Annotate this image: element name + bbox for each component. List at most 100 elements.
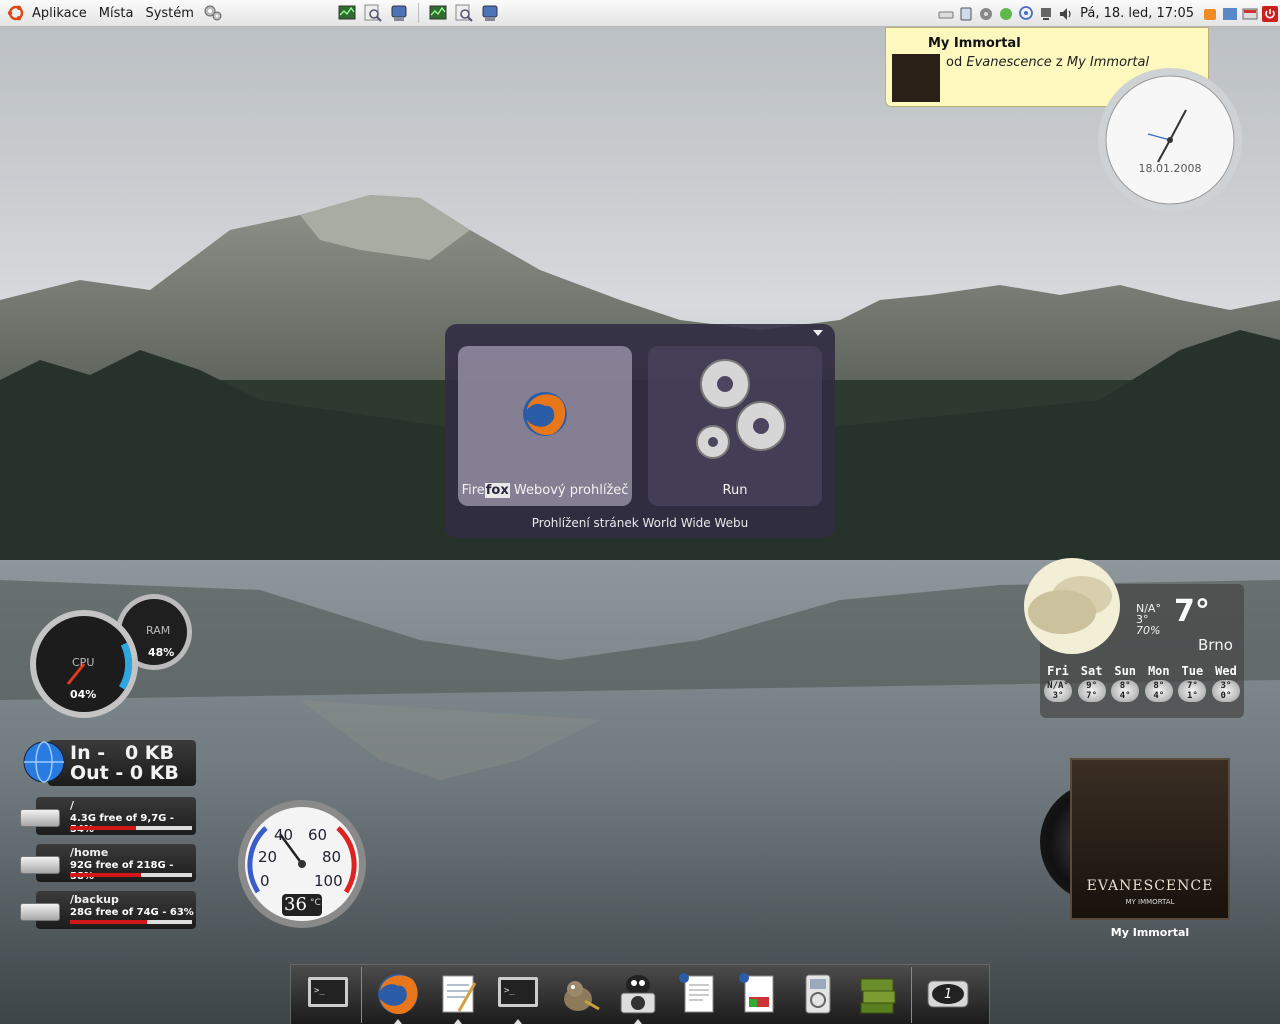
forecast-cloud-icon: N/A° 3°	[1044, 680, 1072, 702]
forecast-day-name: Sun	[1114, 664, 1137, 678]
notification-icon[interactable]	[1202, 6, 1218, 22]
forecast-high: 7°	[1186, 681, 1198, 691]
chevron-down-icon[interactable]	[813, 330, 823, 336]
running-indicator	[394, 1019, 402, 1024]
forecast-low: 4°	[1119, 691, 1131, 701]
search-icon[interactable]	[363, 3, 383, 23]
run-label: Run	[722, 483, 748, 498]
update-icon[interactable]	[998, 6, 1014, 22]
switch-user-icon[interactable]	[1222, 6, 1238, 22]
current-temperature: 7°	[1174, 594, 1210, 629]
cloudy-moon-icon	[1024, 558, 1120, 654]
network-icon[interactable]	[389, 3, 409, 23]
gears-run-icon	[696, 359, 786, 459]
menu-system[interactable]: Systém	[139, 0, 199, 27]
running-indicator	[634, 1019, 642, 1024]
ram-value: 48%	[148, 646, 175, 659]
screenshot-camera-icon[interactable]	[615, 971, 661, 1017]
gauge-tick-0: 0	[260, 872, 270, 890]
forecast-low: 4°	[1153, 691, 1165, 701]
network-out: Out - 0 KB	[70, 762, 179, 784]
notification-by: od	[946, 55, 963, 70]
audio-player-icon[interactable]	[795, 971, 841, 1017]
forecast-cloud-icon: 8° 4°	[1144, 680, 1173, 702]
disk-backup[interactable]: /backup 28G free of 74G - 63%	[20, 891, 196, 931]
system-monitor-icon[interactable]	[337, 3, 357, 23]
disk-info: 92G free of 218G - 58%	[70, 860, 174, 882]
gears-icon[interactable]	[203, 3, 223, 23]
system-tray: Pá, 18. led, 17:05	[936, 0, 1280, 27]
forecast-day-name: Fri	[1047, 664, 1069, 678]
launcher-result-run[interactable]: Run	[648, 346, 822, 506]
document-icon[interactable]	[675, 971, 721, 1017]
dock: >_ >_ 1	[290, 964, 990, 1024]
ubuntu-logo-icon[interactable]	[6, 3, 26, 23]
disk-usage-bar	[70, 873, 192, 877]
panel-clock[interactable]: Pá, 18. led, 17:05	[1080, 6, 1194, 21]
menu-places[interactable]: Místa	[93, 0, 140, 27]
launcher-result-firefox[interactable]: Firefox Webový prohlížeč	[458, 346, 632, 506]
cpu-label: CPU	[72, 656, 95, 669]
forecast-cloud-icon: 8° 4°	[1111, 680, 1140, 702]
temperature-value: 36	[284, 894, 307, 915]
presentation-icon[interactable]	[735, 971, 781, 1017]
cpu-value: 04%	[70, 688, 97, 701]
forecast-day: Wed 3° 0°	[1210, 664, 1242, 702]
notification-from: z	[1055, 55, 1063, 70]
disk-mount: /backup	[70, 893, 119, 906]
forecast-day: Tue 7° 1°	[1176, 664, 1208, 702]
gimp-icon[interactable]	[555, 971, 601, 1017]
forecast-low: 7°	[1086, 691, 1098, 701]
chat-icon[interactable]	[1018, 5, 1034, 22]
books-icon[interactable]	[855, 971, 901, 1017]
system-monitor-icon-2[interactable]	[428, 3, 448, 23]
weather-widget[interactable]: N/A° 7° 3° 70% Brno Fri N/A° 3° Sat 9° 7° Su…	[1020, 556, 1246, 720]
power-icon[interactable]	[1262, 5, 1278, 22]
forecast-day-name: Mon	[1147, 664, 1170, 678]
forecast-low: 3°	[1052, 691, 1064, 701]
forecast-cloud-icon: 9° 7°	[1077, 680, 1106, 702]
running-indicator	[514, 1019, 522, 1024]
search-icon-2[interactable]	[454, 3, 474, 23]
gauge-tick-80: 80	[322, 848, 342, 866]
disk-root[interactable]: / 4.3G free of 9,7G - 54%	[20, 797, 196, 837]
hard-drive-icon	[20, 809, 60, 827]
disk-usage-fill	[70, 873, 141, 877]
menu-applications[interactable]: Aplikace	[26, 0, 93, 27]
network-status-icon[interactable]	[1038, 6, 1054, 22]
disk-home[interactable]: /home 92G free of 218G - 58%	[20, 844, 196, 884]
temperature-gauge-widget[interactable]: 0 20 40 60 80 100 36 °C	[236, 798, 368, 930]
weather-city: Brno	[1198, 636, 1233, 654]
forecast-day: Mon 8° 4°	[1143, 664, 1175, 702]
svg-text:>_: >_	[314, 986, 325, 996]
gauge-tick-60: 60	[308, 826, 328, 844]
firefox-label-post: Webový prohlížeč	[509, 483, 629, 498]
now-playing-widget[interactable]: EVANESCENCE MY IMMORTAL My Immortal	[1040, 758, 1240, 942]
forecast-day: Fri N/A° 3°	[1042, 664, 1074, 702]
firefox-icon[interactable]	[375, 971, 421, 1017]
network-icon-2[interactable]	[480, 3, 500, 23]
network-monitor-widget[interactable]: In - 0 KB Out - 0 KB	[22, 740, 196, 786]
ram-label: RAM	[146, 624, 171, 637]
terminal-icon[interactable]: >_	[305, 971, 351, 1017]
analog-clock-widget[interactable]: 18.01.2008	[1096, 66, 1244, 214]
forecast-high: N/A°	[1047, 681, 1069, 691]
hard-drive-icon	[20, 903, 60, 921]
album-cover: EVANESCENCE MY IMMORTAL	[1070, 758, 1230, 920]
workspace-number: 1	[944, 987, 953, 1002]
drive-icon[interactable]	[938, 6, 954, 22]
globe-icon	[23, 741, 65, 783]
clock-date: 18.01.2008	[1138, 162, 1202, 175]
launcher-description: Prohlížení stránek World Wide Webu	[531, 516, 749, 530]
terminal-icon-2[interactable]: >_	[495, 971, 541, 1017]
player-icon[interactable]	[978, 6, 994, 22]
forecast-high: 8°	[1153, 681, 1165, 691]
forecast-day-name: Tue	[1181, 664, 1204, 678]
text-editor-icon[interactable]	[435, 971, 481, 1017]
forecast-day-name: Sat	[1080, 664, 1103, 678]
window-list-icon[interactable]	[1242, 6, 1258, 22]
system-monitor-widget[interactable]: CPU 04% RAM 48%	[28, 592, 198, 720]
notification-artist: Evanescence	[966, 55, 1052, 70]
battery-icon[interactable]	[958, 6, 974, 22]
volume-icon[interactable]	[1058, 6, 1074, 22]
